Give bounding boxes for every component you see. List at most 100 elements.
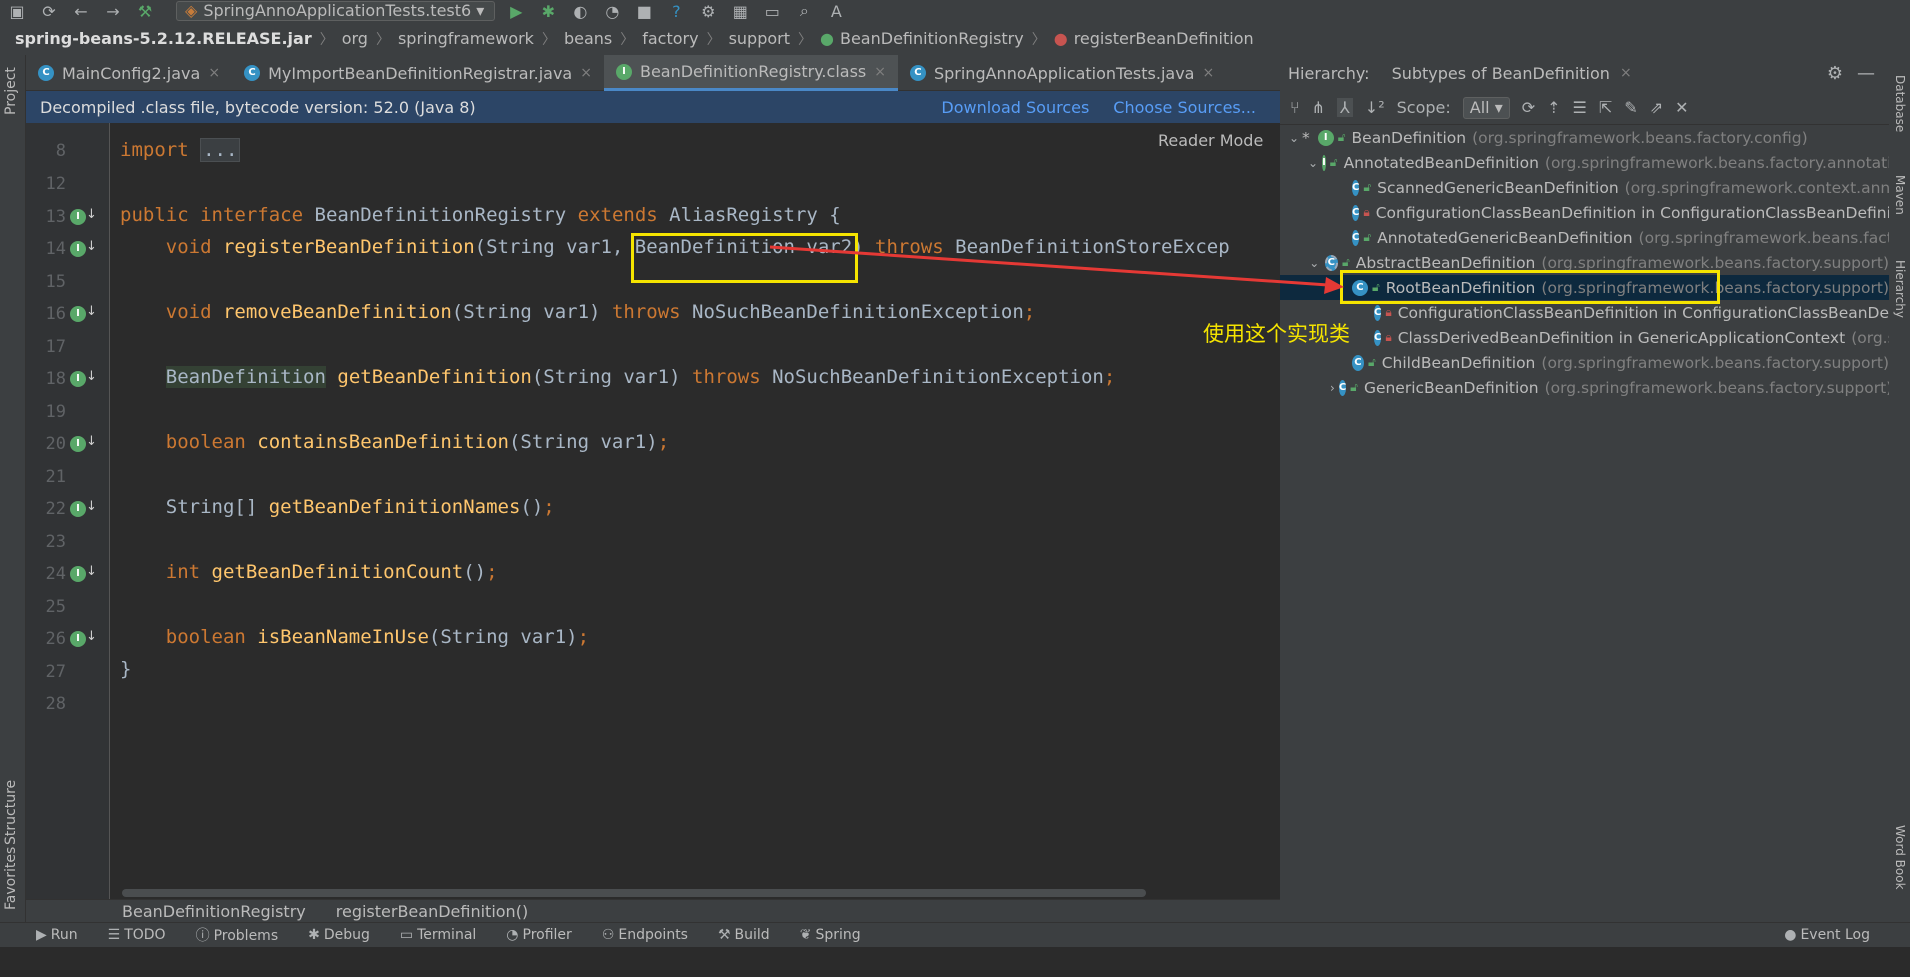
search-icon[interactable]: ⌕: [793, 1, 815, 21]
close-icon[interactable]: ×: [1620, 65, 1632, 81]
breadcrumb-class[interactable]: BeanDefinitionRegistry: [840, 29, 1024, 48]
close-icon[interactable]: ×: [1202, 65, 1214, 81]
gear-icon[interactable]: ⚙: [1827, 63, 1843, 84]
tree-item-rootbeandefinition[interactable]: C 🔓︎ RootBeanDefinition (org.springframewor…: [1280, 275, 1889, 300]
breadcrumb-support[interactable]: support: [729, 29, 790, 48]
minimize-icon[interactable]: —: [1857, 63, 1875, 84]
scope-select[interactable]: All ▾: [1462, 96, 1510, 119]
word-book-tool-button[interactable]: Word Book: [1893, 825, 1907, 890]
hierarchy-tab[interactable]: Subtypes of BeanDefinition: [1392, 64, 1610, 83]
implemented-marker-icon[interactable]: I: [70, 241, 86, 257]
tree-item-beandefinition[interactable]: ⌄ * I 🔓︎ BeanDefinition (org.springframework.…: [1280, 125, 1889, 150]
database-tool-button[interactable]: Database: [1893, 75, 1907, 132]
folded-imports[interactable]: ...: [200, 138, 241, 162]
todo-tool-button[interactable]: ☰ TODO: [108, 927, 166, 943]
terminal-tool-button[interactable]: ▭ Terminal: [400, 927, 476, 943]
tree-item-annotatedgenericbeandefinition[interactable]: C 🔓︎ AnnotatedGenericBeanDefinition (org.sp…: [1280, 225, 1889, 250]
hierarchy-tool-button[interactable]: Hierarchy: [1893, 260, 1907, 318]
expand-all-icon[interactable]: ⇡: [1547, 98, 1560, 117]
tab-mainconfig2[interactable]: C MainConfig2.java ×: [26, 55, 232, 91]
implemented-marker-icon[interactable]: I: [70, 209, 86, 225]
build-tool-button[interactable]: ⚒ Build: [718, 927, 770, 943]
sort-alphabetically-icon[interactable]: ↓²: [1365, 98, 1385, 117]
forward-icon[interactable]: →: [102, 2, 124, 21]
back-icon[interactable]: ←: [70, 2, 92, 21]
export-icon[interactable]: ⇗: [1650, 98, 1663, 117]
reader-mode-button[interactable]: Reader Mode: [1158, 131, 1263, 150]
chevron-down-icon[interactable]: ⌄: [1286, 131, 1302, 145]
profile-icon[interactable]: ◔: [601, 2, 623, 21]
tree-item-scannedgenericbeandefinition[interactable]: C 🔓︎ ScannedGenericBeanDefinition (org.spri…: [1280, 175, 1889, 200]
breadcrumb-factory[interactable]: factory: [642, 29, 698, 48]
tree-item-abstractbeandefinition[interactable]: ⌄ C 🔓︎ AbstractBeanDefinition (org.springfra…: [1280, 250, 1889, 275]
breadcrumb-springframework[interactable]: springframework: [398, 29, 534, 48]
implemented-marker-icon[interactable]: I: [70, 631, 86, 647]
spring-leaf-icon: ❦: [799, 927, 812, 943]
run-icon[interactable]: ▶: [505, 2, 527, 21]
tree-item-configurationclassbeandefinition-nested[interactable]: C 🔒︎ ConfigurationClassBeanDefinition in C…: [1280, 300, 1889, 325]
tree-item-annotatedbeandefinition[interactable]: ⌄ I 🔓︎ AnnotatedBeanDefinition (org.springfr…: [1280, 150, 1889, 175]
project-tool-button[interactable]: Project: [3, 67, 19, 115]
debug-tool-button[interactable]: ✱ Debug: [308, 927, 370, 943]
tab-springannoapplicationtests[interactable]: C SpringAnnoApplicationTests.java ×: [898, 55, 1226, 91]
choose-sources-link[interactable]: Choose Sources...: [1113, 98, 1256, 117]
breadcrumb-method[interactable]: registerBeanDefinition: [1074, 29, 1254, 48]
breadcrumb-separator: 〉: [798, 31, 813, 48]
implemented-marker-icon[interactable]: I: [70, 436, 86, 452]
close-icon[interactable]: ✕: [1675, 98, 1688, 117]
translate-icon[interactable]: A: [825, 2, 847, 21]
chevron-down-icon[interactable]: ⌄: [1308, 156, 1318, 170]
pin-icon[interactable]: ✎: [1624, 98, 1637, 117]
chevron-right-icon[interactable]: ›: [1330, 381, 1335, 395]
profiler-tool-button[interactable]: ◔ Profiler: [506, 927, 572, 943]
implemented-marker-icon[interactable]: I: [70, 501, 86, 517]
run-tool-button[interactable]: ▶ Run: [36, 927, 78, 943]
code-editor[interactable]: 8 12 13 14 15 16 17 18 19 20 21 22 23 24…: [26, 123, 1306, 899]
sync-icon[interactable]: ⟳: [38, 2, 60, 21]
implemented-marker-icon[interactable]: I: [70, 566, 86, 582]
help-icon[interactable]: ?: [665, 2, 687, 21]
endpoints-tool-button[interactable]: ⚇ Endpoints: [602, 927, 688, 943]
terminal-icon[interactable]: ▭: [761, 2, 783, 21]
stop-icon[interactable]: ■: [633, 2, 655, 21]
status-crumb-class[interactable]: BeanDefinitionRegistry: [122, 902, 306, 921]
breadcrumb-beans[interactable]: beans: [564, 29, 612, 48]
problems-tool-button[interactable]: ⓘ Problems: [196, 925, 279, 945]
subtypes-icon[interactable]: ⅄: [1337, 98, 1353, 117]
maven-tool-button[interactable]: Maven: [1893, 175, 1907, 215]
breadcrumb-jar[interactable]: spring-beans-5.2.12.RELEASE.jar: [15, 29, 312, 48]
build-icon[interactable]: ⚒: [134, 2, 156, 21]
horizontal-scrollbar[interactable]: [122, 889, 1146, 897]
favorites-tool-button[interactable]: Favorites: [3, 847, 19, 910]
chevron-down-icon[interactable]: ⌄: [1308, 256, 1321, 270]
class-hierarchy-icon[interactable]: ⑂: [1290, 98, 1300, 117]
supertypes-icon[interactable]: ⋔: [1312, 98, 1325, 117]
download-sources-link[interactable]: Download Sources: [941, 98, 1089, 117]
implemented-marker-icon[interactable]: I: [70, 371, 86, 387]
breadcrumb-org[interactable]: org: [342, 29, 368, 48]
debug-icon[interactable]: ✱: [537, 2, 559, 21]
collapse-all-icon[interactable]: ☰: [1573, 98, 1587, 117]
settings-icon[interactable]: ⚙: [697, 2, 719, 21]
tab-myimportbeandefinitionregistrar[interactable]: C MyImportBeanDefinitionRegistrar.java ×: [232, 55, 604, 91]
run-config-select[interactable]: ◈ SpringAnnoApplicationTests.test6 ▾: [176, 1, 496, 21]
coverage-icon[interactable]: ◐: [569, 2, 591, 21]
project-structure-icon[interactable]: ▦: [729, 2, 751, 21]
tab-beandefinitionregistry[interactable]: I BeanDefinitionRegistry.class ×: [603, 55, 898, 91]
autoscroll-icon[interactable]: ⇱: [1599, 98, 1612, 117]
structure-tool-button[interactable]: Structure: [3, 780, 19, 845]
refresh-icon[interactable]: ⟳: [1522, 98, 1535, 117]
tree-item-classderivedbeandefinition[interactable]: C 🔒︎ ClassDerivedBeanDefinition in Generic…: [1280, 325, 1889, 350]
tree-item-configurationclassbeandefinition[interactable]: C 🔒︎ ConfigurationClassBeanDefinition in C…: [1280, 200, 1889, 225]
tree-item-genericbeandefinition[interactable]: › C 🔓︎ GenericBeanDefinition (org.springfram…: [1280, 375, 1889, 400]
spring-tool-button[interactable]: ❦ Spring: [800, 927, 861, 943]
status-crumb-method[interactable]: registerBeanDefinition(): [336, 902, 528, 921]
close-icon[interactable]: ×: [874, 64, 886, 80]
event-log-button[interactable]: ● Event Log: [1784, 927, 1870, 943]
tree-item-childbeandefinition[interactable]: C 🔓︎ ChildBeanDefinition (org.springframewo…: [1280, 350, 1889, 375]
implemented-marker-icon[interactable]: I: [70, 306, 86, 322]
down-arrow-icon: ↓: [86, 434, 97, 449]
save-icon[interactable]: ▣: [6, 2, 28, 21]
close-icon[interactable]: ×: [580, 65, 592, 81]
close-icon[interactable]: ×: [208, 65, 220, 81]
